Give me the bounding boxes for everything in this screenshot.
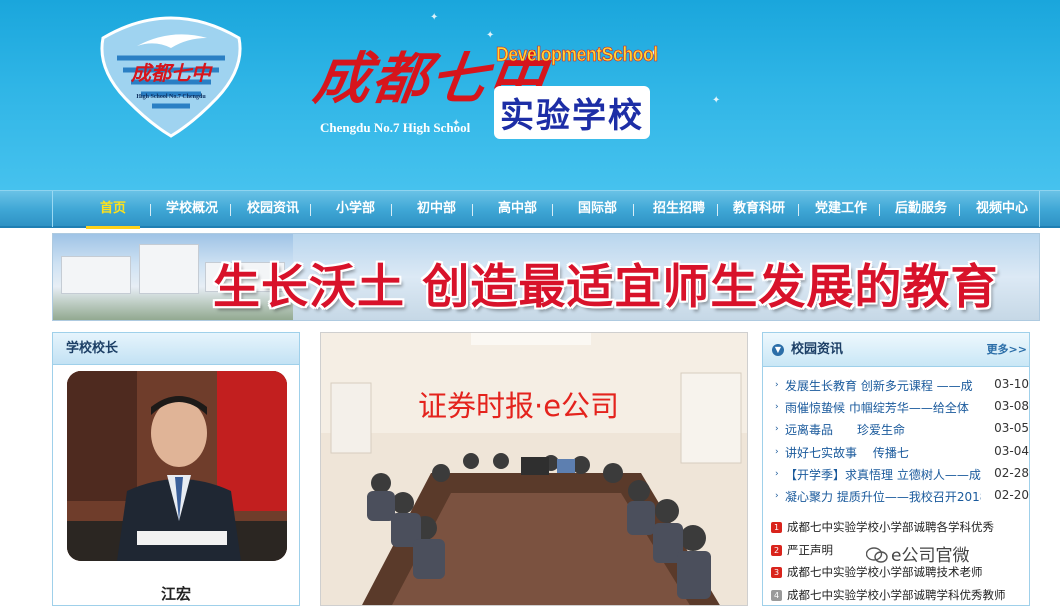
nav-item-logistics[interactable]: 后勤服务 <box>895 191 947 227</box>
principal-panel-title: 学校校长 <box>53 333 299 365</box>
news-item[interactable]: › 发展生长教育 创新多元课程 ——成 03-10 <box>773 377 1029 399</box>
bullet-icon: › <box>775 424 779 434</box>
experimental-school-label: 实验学校 <box>494 86 650 139</box>
development-school-label: DevelopmentSchool <box>496 44 658 67</box>
slogan-banner: 生长沃土 创造最适宜师生发展的教育 <box>52 233 1040 321</box>
nav-item-admissions[interactable]: 招生招聘 <box>653 191 705 227</box>
nav-divider <box>552 204 553 216</box>
meeting-photo[interactable]: 证券时报·e公司 <box>320 332 748 606</box>
nav-item-video[interactable]: 视频中心 <box>976 191 1028 227</box>
news-item[interactable]: › 凝心聚力 提质升位——我校召开2018 02-20 <box>773 488 1029 510</box>
nav-item-about[interactable]: 学校概况 <box>166 191 218 227</box>
news-list: › 发展生长教育 创新多元课程 ——成 03-10 › 雨催惊蛰候 巾帼绽芳华—… <box>773 377 1029 510</box>
nav-item-home[interactable]: 首页 <box>100 191 126 227</box>
news-item[interactable]: › 雨催惊蛰候 巾帼绽芳华——给全体 03-08 <box>773 399 1029 421</box>
nav-divider <box>391 204 392 216</box>
news-item-title[interactable]: 凝心聚力 提质升位——我校召开2018 <box>785 488 981 505</box>
notice-number-badge: 1 <box>771 522 782 533</box>
nav-divider <box>798 204 799 216</box>
nav-item-junior[interactable]: 初中部 <box>417 191 456 227</box>
notice-item-title[interactable]: 成都七中实验学校小学部诚聘学科优秀教师 <box>787 587 1006 603</box>
bullet-icon: › <box>775 447 779 457</box>
nav-divider <box>472 204 473 216</box>
news-more-link[interactable]: 更多>> <box>987 333 1027 367</box>
notice-number-badge: 4 <box>771 590 782 601</box>
nav-divider <box>959 204 960 216</box>
nav-bar: 首页 学校概况 校园资讯 小学部 初中部 高中部 国际部 招生招聘 教育科研 党… <box>52 191 1040 227</box>
nav-item-party[interactable]: 党建工作 <box>815 191 867 227</box>
bullet-icon: › <box>775 469 779 479</box>
school-emblem-logo[interactable]: 成都七中 High School No.7 Chengdu <box>97 8 245 138</box>
arrow-down-icon: ▼ <box>772 344 784 356</box>
nav-item-primary[interactable]: 小学部 <box>336 191 375 227</box>
star-icon: ✦ <box>712 95 720 106</box>
wechat-label: e公司官微 <box>891 546 969 566</box>
bullet-icon: › <box>775 380 779 390</box>
nav-divider <box>717 204 718 216</box>
nav-divider <box>310 204 311 216</box>
watermark-text: 证券时报·e公司 <box>418 383 619 425</box>
nav-item-international[interactable]: 国际部 <box>578 191 617 227</box>
nav-divider <box>633 204 634 216</box>
brand-name-en: Chengdu No.7 High School <box>320 120 470 136</box>
news-item[interactable]: › 讲好七实故事 传播七 03-04 <box>773 444 1029 466</box>
wechat-watermark: e公司官微 <box>866 541 969 566</box>
news-panel-header: ▼ 校园资讯 更多>> <box>763 333 1029 367</box>
notice-item[interactable]: 1 成都七中实验学校小学部诚聘各学科优秀 <box>771 519 1029 542</box>
notice-item-title[interactable]: 成都七中实验学校小学部诚聘技术老师 <box>787 564 983 580</box>
nav-item-research[interactable]: 教育科研 <box>733 191 785 227</box>
notice-item-title[interactable]: 严正声明 <box>787 542 833 558</box>
news-item-date: 02-20 <box>994 488 1029 502</box>
notice-item-title[interactable]: 成都七中实验学校小学部诚聘各学科优秀 <box>787 519 994 535</box>
notice-number-badge: 2 <box>771 545 782 556</box>
news-item-title[interactable]: 讲好七实故事 传播七 <box>785 444 981 461</box>
news-item-title[interactable]: 雨催惊蛰候 巾帼绽芳华——给全体 <box>785 399 981 416</box>
principal-photo[interactable] <box>67 371 287 561</box>
news-item-title[interactable]: 发展生长教育 创新多元课程 ——成 <box>785 377 981 394</box>
news-item-date: 02-28 <box>994 466 1029 480</box>
emblem-subtext: High School No.7 Chengdu <box>136 94 206 100</box>
banner-slogan: 生长沃土 创造最适宜师生发展的教育 <box>213 248 998 317</box>
bullet-icon: › <box>775 491 779 501</box>
news-item[interactable]: › 【开学季】求真悟理 立德树人——成 02-28 <box>773 466 1029 488</box>
nav-item-senior[interactable]: 高中部 <box>498 191 537 227</box>
star-icon: ✦ <box>430 12 438 23</box>
principal-name[interactable]: 江宏 <box>53 583 299 604</box>
nav-item-campus-news[interactable]: 校园资讯 <box>247 191 299 227</box>
emblem-text: 成都七中 <box>130 61 213 85</box>
nav-divider <box>879 204 880 216</box>
news-item-date: 03-08 <box>994 399 1029 413</box>
news-panel-title: 校园资讯 <box>791 333 843 367</box>
bullet-icon: › <box>775 402 779 412</box>
site-header: ✦ ✦ ✦ ✦ ✦ ✦ 成都七中 High School No.7 Chengd… <box>0 0 1060 190</box>
news-item-title[interactable]: 【开学季】求真悟理 立德树人——成 <box>785 466 981 483</box>
news-item-date: 03-10 <box>994 377 1029 391</box>
news-item-date: 03-05 <box>994 421 1029 435</box>
wechat-icon <box>866 547 888 563</box>
nav-divider <box>230 204 231 216</box>
main-nav: 首页 学校概况 校园资讯 小学部 初中部 高中部 国际部 招生招聘 教育科研 党… <box>0 190 1060 228</box>
notice-number-badge: 3 <box>771 567 782 578</box>
news-item[interactable]: › 远离毒品 珍爱生命 03-05 <box>773 421 1029 443</box>
principal-panel: 学校校长 江宏 <box>52 332 300 606</box>
news-item-date: 03-04 <box>994 444 1029 458</box>
notice-item[interactable]: 3 成都七中实验学校小学部诚聘技术老师 <box>771 564 1029 587</box>
nav-divider <box>150 204 151 216</box>
news-item-title[interactable]: 远离毒品 珍爱生命 <box>785 421 981 438</box>
